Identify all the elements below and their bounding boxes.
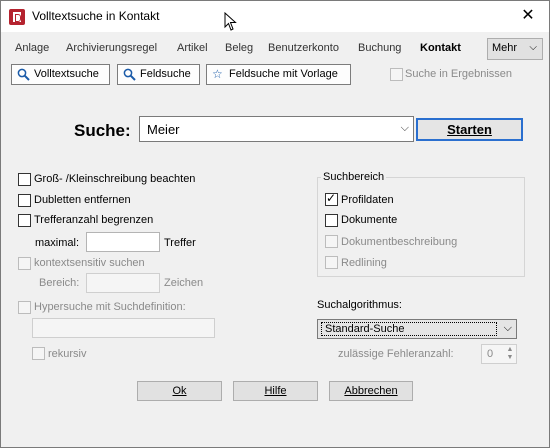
algorithm-value: Standard-Suche (321, 322, 497, 336)
start-button-label: Starten (447, 122, 492, 137)
profile-data-checkbox[interactable] (325, 191, 338, 206)
allowed-errors-label: zulässige Fehleranzahl: (338, 348, 454, 360)
cancel-button[interactable]: Abbrechen (329, 381, 413, 401)
help-button-label: Hilfe (264, 385, 287, 397)
template-search-label: Feldsuche mit Vorlage (229, 68, 338, 80)
chevron-down-icon[interactable]: ⌵ (401, 122, 409, 135)
search-scope-title: Suchbereich (321, 171, 387, 183)
search-definition-input[interactable] (32, 318, 215, 338)
documents-label: Dokumente (341, 214, 398, 226)
range-input[interactable] (86, 273, 160, 293)
search-icon (123, 68, 137, 82)
recursive-checkbox[interactable] (32, 347, 45, 360)
search-in-results-checkbox[interactable] (390, 68, 403, 81)
fulltext-search-label: Volltextsuche (34, 68, 99, 80)
help-button[interactable]: Hilfe (233, 381, 318, 401)
hyper-search-label: Hypersuche mit Suchdefinition: (34, 301, 186, 313)
chevron-down-icon[interactable]: ⌵ (504, 322, 512, 335)
app-icon (9, 9, 25, 25)
more-tabs-button[interactable]: Mehr ⌵ (487, 38, 543, 60)
tab-archivierungsregel[interactable]: Archivierungsregel (66, 42, 157, 54)
allowed-errors-stepper[interactable]: 0 ▲ ▼ (481, 344, 517, 364)
document-description-checkbox[interactable] (325, 235, 338, 248)
redlining-checkbox[interactable] (325, 256, 338, 269)
more-label: Mehr (492, 42, 518, 54)
max-hits-input[interactable] (86, 232, 160, 252)
algorithm-label: Suchalgorithmus: (317, 299, 402, 311)
remove-duplicates-label: Dubletten entfernen (34, 194, 131, 206)
max-label: maximal: (35, 237, 80, 249)
tab-kontakt[interactable]: Kontakt (420, 42, 461, 54)
allowed-errors-value: 0 (487, 348, 494, 360)
spin-arrows-icon[interactable]: ▲ ▼ (505, 346, 515, 362)
remove-duplicates-checkbox[interactable] (18, 194, 31, 207)
limit-hits-label: Trefferanzahl begrenzen (34, 214, 154, 226)
search-in-results-label: Suche in Ergebnissen (405, 68, 513, 80)
search-dialog: Volltextsuche in Kontakt ✕ Anlage Archiv… (0, 0, 550, 448)
documents-checkbox[interactable] (325, 214, 338, 227)
case-sensitive-label: Groß- /Kleinschreibung beachten (34, 173, 196, 185)
close-icon[interactable]: ✕ (517, 5, 539, 27)
field-search-label: Feldsuche (140, 68, 191, 80)
search-icon (17, 68, 31, 82)
tab-benutzerkonto[interactable]: Benutzerkonto (268, 42, 339, 54)
recursive-label: rekursiv (48, 348, 87, 360)
search-input[interactable]: Meier ⌵ (139, 116, 414, 142)
title-bar: Volltextsuche in Kontakt ✕ (1, 1, 549, 32)
search-label: Suche: (74, 121, 131, 140)
tab-artikel[interactable]: Artikel (177, 42, 208, 54)
context-search-checkbox[interactable] (18, 257, 31, 270)
window-title: Volltextsuche in Kontakt (32, 9, 160, 23)
ok-button-label: Ok (172, 385, 187, 397)
template-search-button[interactable]: ☆ Feldsuche mit Vorlage (206, 64, 351, 85)
mouse-cursor-icon (224, 12, 237, 31)
cancel-button-label: Abbrechen (344, 385, 398, 397)
case-sensitive-checkbox[interactable] (18, 173, 31, 186)
star-icon: ☆ (212, 67, 223, 81)
algorithm-select[interactable]: Standard-Suche ⌵ (317, 319, 517, 339)
fulltext-search-button[interactable]: Volltextsuche (11, 64, 110, 85)
range-suffix-label: Zeichen (164, 277, 204, 289)
context-search-label: kontextsensitiv suchen (34, 257, 145, 269)
range-label: Bereich: (39, 277, 80, 289)
tab-buchung[interactable]: Buchung (358, 42, 401, 54)
start-button[interactable]: Starten (416, 118, 523, 141)
chevron-down-icon: ⌵ (529, 42, 537, 53)
redlining-label: Redlining (341, 257, 387, 269)
limit-hits-checkbox[interactable] (18, 214, 31, 227)
ok-button[interactable]: Ok (137, 381, 222, 401)
search-input-value: Meier (147, 122, 180, 137)
tab-anlage[interactable]: Anlage (15, 42, 49, 54)
max-suffix-label: Treffer (164, 237, 196, 249)
document-description-label: Dokumentbeschreibung (341, 236, 458, 248)
hyper-search-checkbox[interactable] (18, 301, 31, 314)
field-search-button[interactable]: Feldsuche (117, 64, 200, 85)
profile-data-label: Profildaten (341, 194, 394, 206)
tab-beleg[interactable]: Beleg (225, 42, 253, 54)
